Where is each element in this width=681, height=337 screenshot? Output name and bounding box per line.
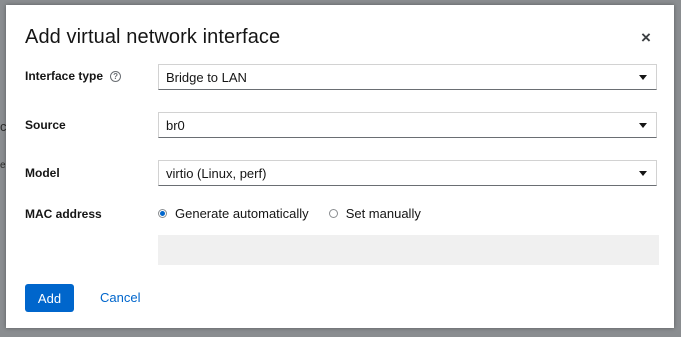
- caret-down-icon: [639, 75, 647, 80]
- source-select[interactable]: br0: [158, 112, 657, 138]
- model-label: Model: [25, 166, 60, 180]
- close-icon[interactable]: ×: [638, 28, 654, 47]
- mac-address-label: MAC address: [25, 207, 102, 221]
- radio-generate-automatically[interactable]: Generate automatically: [158, 206, 309, 221]
- radio-button-unchecked[interactable]: [328, 209, 338, 218]
- add-button[interactable]: Add: [25, 284, 74, 312]
- radio-set-manually[interactable]: Set manually: [328, 206, 421, 221]
- dialog-title: Add virtual network interface: [25, 26, 281, 48]
- add-network-interface-dialog: Add virtual network interface × Interfac…: [6, 5, 674, 328]
- background-text-fragment: e: [0, 160, 6, 171]
- interface-type-select[interactable]: Bridge to LAN: [158, 64, 657, 90]
- radio-label-manual: Set manually: [345, 206, 421, 221]
- model-select[interactable]: virtio (Linux, perf): [158, 160, 657, 186]
- caret-down-icon: [639, 171, 647, 176]
- radio-label-generate: Generate automatically: [175, 206, 309, 221]
- model-label-text: Model: [25, 166, 60, 180]
- interface-type-label-text: Interface type: [25, 69, 104, 83]
- source-value: br0: [166, 117, 185, 133]
- radio-button-checked[interactable]: [158, 209, 167, 218]
- interface-type-value: Bridge to LAN: [166, 69, 247, 85]
- source-label-text: Source: [25, 118, 66, 132]
- mac-address-radio-group: Generate automatically Set manually: [158, 206, 421, 221]
- help-icon[interactable]: ?: [110, 70, 122, 82]
- caret-down-icon: [639, 123, 647, 128]
- mac-address-input-disabled: [158, 235, 659, 265]
- model-value: virtio (Linux, perf): [166, 165, 267, 181]
- source-label: Source: [25, 118, 66, 132]
- interface-type-label: Interface type ?: [25, 69, 122, 83]
- cancel-button[interactable]: Cancel: [100, 290, 140, 305]
- mac-address-label-text: MAC address: [25, 207, 102, 221]
